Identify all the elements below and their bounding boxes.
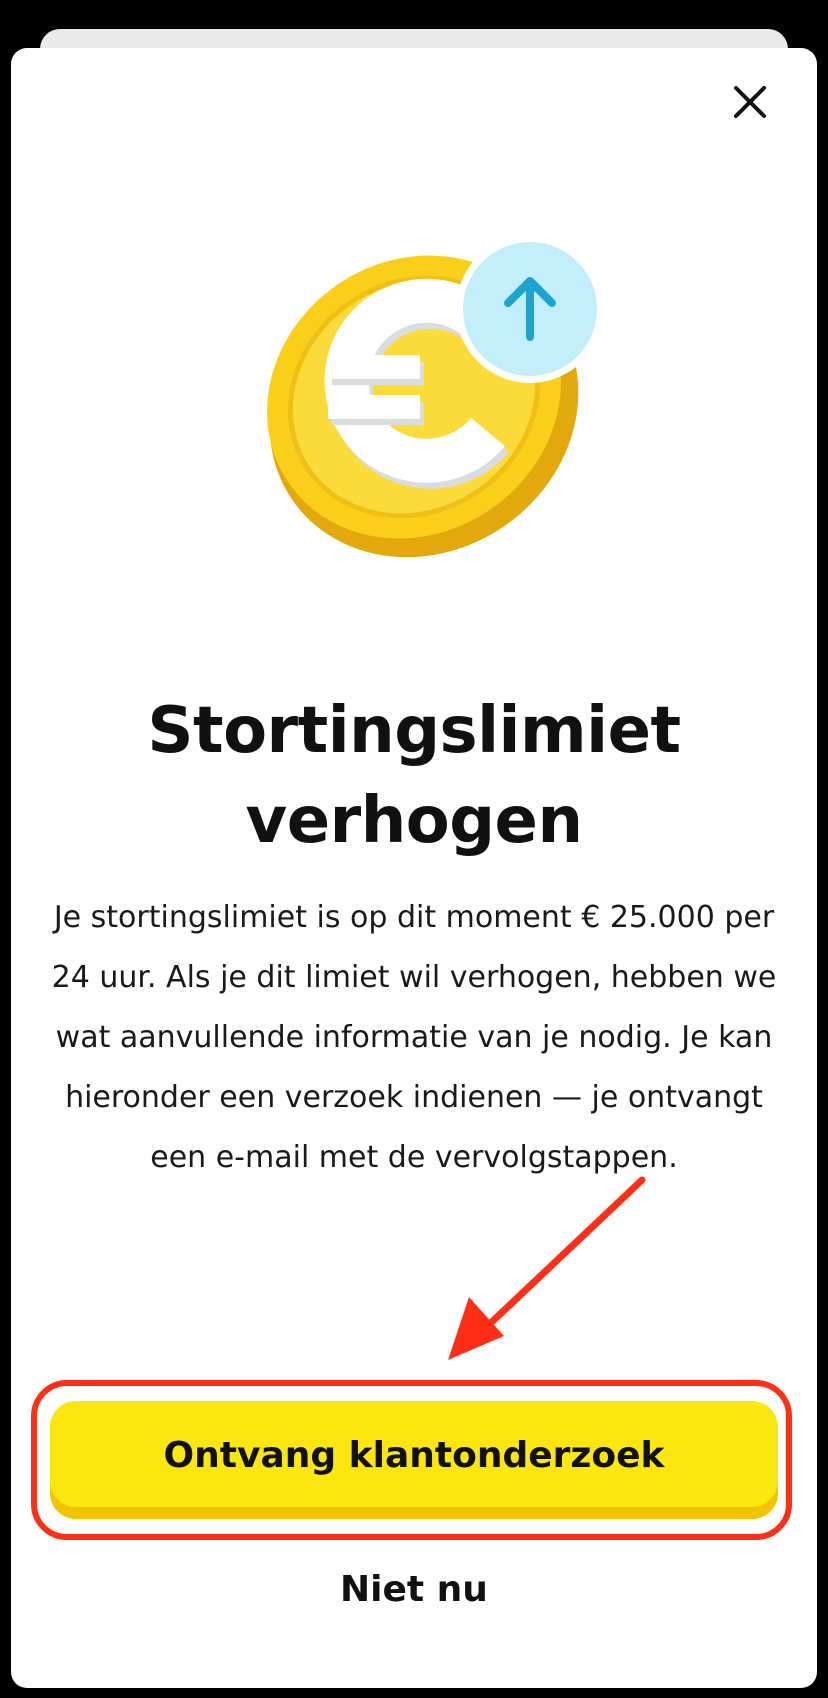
close-icon: [734, 86, 766, 118]
close-button[interactable]: [722, 74, 778, 130]
not-now-button[interactable]: Niet nu: [250, 1560, 578, 1620]
request-customer-review-button[interactable]: Ontvang klantonderzoek: [50, 1401, 778, 1519]
dialog-title-line-1: Stortingslimiet: [147, 694, 681, 768]
dialog-description: Je stortingslimiet is op dit moment € 25…: [51, 900, 777, 1175]
arrow-up-icon: [456, 235, 604, 383]
euro-coin-icon: [267, 235, 604, 558]
dialog-title-line-2: verhogen: [245, 784, 584, 858]
dialog-title: Stortingslimiet verhogen: [60, 686, 768, 866]
